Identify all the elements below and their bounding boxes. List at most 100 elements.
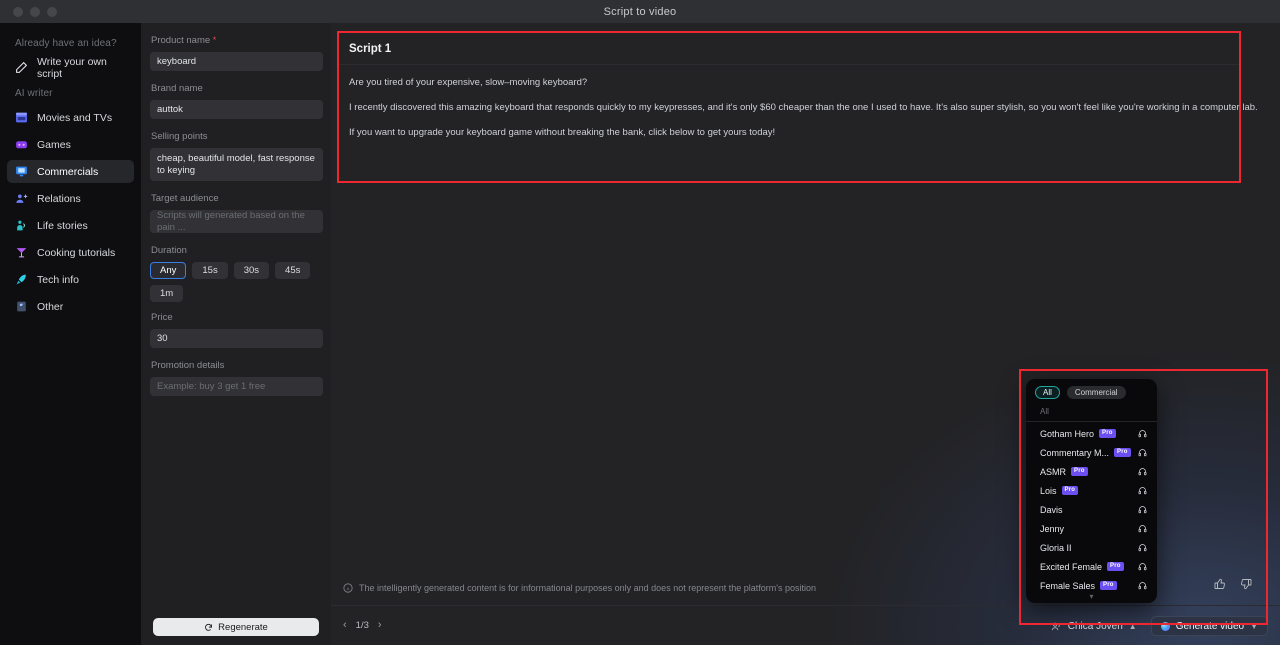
chevron-right-icon[interactable]: › <box>378 620 382 631</box>
pro-badge: Pro <box>1107 562 1124 571</box>
voice-list-item[interactable]: Davis <box>1026 500 1157 519</box>
duration-option-15s[interactable]: 15s <box>192 262 228 280</box>
headphones-icon[interactable] <box>1138 429 1147 438</box>
voice-dropdown-panel[interactable]: All Commercial All Gotham Hero Pro Comme… <box>1026 379 1157 603</box>
sidebar-item-label: Movies and TVs <box>37 111 113 124</box>
person-wave-icon <box>17 220 25 231</box>
chevron-down-icon[interactable]: ▾ <box>1026 592 1157 602</box>
headphones-icon[interactable] <box>1138 524 1147 533</box>
generate-video-button[interactable]: Generate video ▼ <box>1150 616 1268 636</box>
headphones-icon[interactable] <box>1138 486 1147 495</box>
voice-list[interactable]: Gotham Hero Pro Commentary M... Pro ASMR… <box>1026 422 1157 592</box>
voice-list-item[interactable]: Female Sales Pro <box>1026 576 1157 592</box>
voice-list-item[interactable]: Gloria II <box>1026 538 1157 557</box>
voice-category-tabs: All Commercial <box>1026 386 1157 405</box>
duration-label: Duration <box>151 245 187 257</box>
sidebar-item-label: Other <box>37 300 64 313</box>
sidebar-item-life-stories[interactable]: Life stories <box>7 214 134 237</box>
voice-list-item[interactable]: Excited Female Pro <box>1026 557 1157 576</box>
duration-options: Any 15s 30s 45s 1m <box>150 262 323 303</box>
selling-points-input[interactable]: cheap, beautiful model, fast response to… <box>150 148 323 182</box>
sidebar: Already have an idea? Write your own scr… <box>0 23 141 645</box>
voice-name: Gloria II <box>1040 542 1072 553</box>
thumbs-down-icon[interactable] <box>1240 578 1252 590</box>
selling-points-label: Selling points <box>151 131 208 142</box>
sidebar-group-label-idea: Already have an idea? <box>15 38 117 49</box>
duration-option-45s[interactable]: 45s <box>275 262 311 280</box>
sidebar-item-label: Cooking tutorials <box>37 246 116 259</box>
sidebar-item-relations[interactable]: Relations <box>7 187 134 210</box>
promotion-details-input[interactable]: Example: buy 3 get 1 free <box>150 377 323 397</box>
pro-badge: Pro <box>1099 429 1116 438</box>
disclaimer: The intelligently generated content is f… <box>343 583 816 593</box>
voice-list-item[interactable]: Commentary M... Pro <box>1026 443 1157 462</box>
chevron-down-icon[interactable]: ▼ <box>1250 622 1258 631</box>
duration-option-30s[interactable]: 30s <box>233 262 270 280</box>
sidebar-group-label-ai-writer: AI writer <box>15 88 53 99</box>
headphones-icon[interactable] <box>1138 505 1147 514</box>
headphones-icon[interactable] <box>1138 543 1147 552</box>
voice-list-item[interactable]: Gotham Hero Pro <box>1026 424 1157 443</box>
script-card[interactable]: Script 1 Are you tired of your expensive… <box>337 31 1258 183</box>
voice-name: Lois <box>1040 485 1057 496</box>
voice-name: Excited Female <box>1040 561 1103 572</box>
headphones-icon[interactable] <box>1138 581 1147 590</box>
product-name-label: Product name * <box>151 35 323 46</box>
cocktail-icon <box>16 248 27 258</box>
sidebar-item-cooking-tutorials[interactable]: Cooking tutorials <box>7 241 134 264</box>
voice-tab-commercial[interactable]: Commercial <box>1066 386 1126 399</box>
voice-name: Female Sales <box>1040 580 1096 591</box>
price-label: Price <box>151 312 173 324</box>
window-title: Script to video <box>603 5 677 18</box>
flag-icon <box>17 301 26 312</box>
headphones-icon[interactable] <box>1138 467 1147 476</box>
monitor-icon <box>16 166 27 177</box>
script-title: Script 1 <box>339 33 1239 65</box>
info-icon <box>343 583 353 593</box>
chevron-left-icon[interactable]: ‹ <box>343 620 347 631</box>
voice-name: Davis <box>1040 504 1063 515</box>
pro-badge: Pro <box>1114 448 1131 457</box>
sidebar-item-commercials[interactable]: Commercials <box>7 160 134 183</box>
duration-option-1m[interactable]: 1m <box>150 285 184 303</box>
price-input[interactable]: 30 <box>150 329 323 349</box>
voice-tab-all[interactable]: All <box>1035 386 1060 399</box>
pencil-icon <box>16 61 28 73</box>
window-titlebar: Script to video <box>0 0 1280 23</box>
product-name-input[interactable]: keyboard <box>150 52 323 71</box>
target-audience-label: Target audience <box>151 193 219 205</box>
duration-option-any[interactable]: Any <box>150 262 187 280</box>
sidebar-item-tech-info[interactable]: Tech info <box>7 268 134 291</box>
sidebar-item-label: Games <box>37 138 71 151</box>
clapperboard-icon <box>16 112 27 123</box>
voice-list-item[interactable]: Lois Pro <box>1026 481 1157 500</box>
script-body[interactable]: Are you tired of your expensive, slow–mo… <box>339 65 1258 139</box>
script-paragraph: Are you tired of your expensive, slow–mo… <box>349 77 588 88</box>
thumbs-up-icon[interactable] <box>1214 578 1226 590</box>
sidebar-item-write-your-own-script[interactable]: Write your own script <box>7 55 134 80</box>
sidebar-item-label: Commercials <box>37 165 99 178</box>
game-console-icon <box>16 141 27 149</box>
pro-badge: Pro <box>1100 581 1117 590</box>
headphones-icon[interactable] <box>1138 448 1147 457</box>
target-audience-input[interactable]: Scripts will generated based on the pain… <box>150 210 323 234</box>
sidebar-item-other[interactable]: Other <box>7 295 134 318</box>
pro-badge: Pro <box>1071 467 1088 476</box>
regenerate-button-label: Regenerate <box>218 621 268 633</box>
regenerate-button[interactable]: Regenerate <box>153 618 319 636</box>
voice-selector-button[interactable]: Chica Joven ▲ <box>1047 618 1141 635</box>
brand-name-label: Brand name <box>151 83 203 94</box>
sidebar-item-label: Life stories <box>37 219 88 232</box>
brand-name-input[interactable]: auttok <box>150 100 323 119</box>
product-name-label-text: Product name <box>151 35 211 46</box>
disclaimer-text: The intelligently generated content is f… <box>359 583 816 593</box>
pagination-label: 1/3 <box>355 620 369 631</box>
sidebar-item-label: Tech info <box>37 273 80 286</box>
promotion-details-label: Promotion details <box>151 360 225 372</box>
sidebar-item-label: Write your own script <box>37 55 107 80</box>
sidebar-item-games[interactable]: Games <box>7 133 134 156</box>
voice-list-item[interactable]: Jenny <box>1026 519 1157 538</box>
sidebar-item-movies-and-tvs[interactable]: Movies and TVs <box>7 106 134 129</box>
voice-list-item[interactable]: ASMR Pro <box>1026 462 1157 481</box>
headphones-icon[interactable] <box>1138 562 1147 571</box>
